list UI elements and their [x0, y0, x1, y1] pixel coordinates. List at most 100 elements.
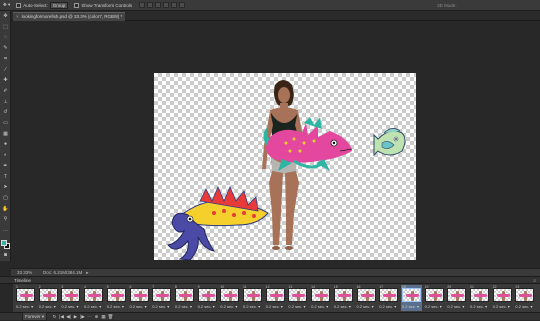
document-canvas[interactable] — [154, 73, 416, 260]
frame-duration-dropdown[interactable]: 0.2 sec. ▾ — [311, 304, 328, 309]
lasso-tool-icon[interactable]: ◌ — [2, 34, 9, 40]
next-frame-icon[interactable]: |▶ — [79, 313, 86, 320]
frame-thumbnail[interactable] — [470, 288, 489, 302]
frame-thumbnail[interactable] — [61, 288, 81, 302]
frame-thumbnail[interactable] — [38, 288, 58, 302]
align-top-icon[interactable] — [139, 2, 146, 8]
timeline-frame[interactable]: 14 0.2 sec. ▾ — [310, 285, 331, 311]
delete-frame-icon[interactable]: 🗑 — [107, 313, 114, 320]
path-select-tool-icon[interactable]: ➤ — [2, 184, 9, 190]
frame-duration-dropdown[interactable]: 0.2 sec. ▾ — [357, 304, 374, 309]
play-icon[interactable]: ▶ — [72, 313, 79, 320]
frame-duration-dropdown[interactable]: 0.2 sec. ▾ — [107, 304, 124, 309]
timeline-title[interactable]: Timeline — [14, 278, 31, 283]
quick-mask-icon[interactable]: ◙ — [2, 252, 9, 258]
auto-select-dropdown[interactable]: Group — [49, 1, 69, 9]
first-frame-icon[interactable]: |◀ — [58, 313, 65, 320]
history-brush-tool-icon[interactable]: ↺ — [2, 109, 9, 115]
frame-duration-dropdown[interactable]: 0.2 sec. ▾ — [198, 304, 215, 309]
frame-thumbnail[interactable] — [424, 288, 444, 302]
frame-thumbnail[interactable] — [515, 288, 535, 302]
show-transform-option[interactable]: Show Transform Controls — [71, 0, 135, 10]
new-frame-icon[interactable]: ⊕ — [93, 313, 100, 320]
close-tab-icon[interactable]: × — [16, 13, 19, 21]
move-tool-icon[interactable]: ✥ — [2, 13, 9, 19]
foreground-color-swatch[interactable] — [1, 240, 7, 246]
gradient-tool-icon[interactable]: ▦ — [2, 131, 9, 137]
timeline-frame[interactable]: 21 0.2 sec. ▾ — [469, 285, 490, 311]
timeline-frame[interactable]: 19 0.2 sec. ▾ — [424, 285, 445, 311]
timeline-frame[interactable]: 23 0.2 sec. ▾ — [514, 285, 535, 311]
frame-duration-dropdown[interactable]: 0.2 sec. ▾ — [16, 304, 33, 309]
timeline-frame[interactable]: 20 0.2 sec. ▾ — [446, 285, 467, 311]
timeline-frame[interactable]: 9 0.2 sec. ▾ — [197, 285, 218, 311]
document-tab[interactable]: × lookingformorefish.psd @ 33.3% (color7… — [13, 12, 126, 21]
frame-thumbnail[interactable] — [106, 288, 126, 302]
align-left-icon[interactable] — [163, 2, 170, 8]
timeline-frame[interactable]: 4 0.2 sec. ▾ — [83, 285, 104, 311]
frame-thumbnail[interactable] — [84, 288, 104, 302]
frame-duration-dropdown[interactable]: 0.2 sec. ▾ — [334, 304, 351, 309]
timeline-frame[interactable]: 15 0.2 sec. ▾ — [333, 285, 354, 311]
frame-thumbnail[interactable] — [197, 288, 217, 302]
more-tools-icon[interactable]: … — [2, 227, 9, 233]
frame-thumbnail[interactable] — [152, 288, 172, 302]
timeline-frame[interactable]: 3 0.2 sec. ▾ — [60, 285, 81, 311]
align-right-icon[interactable] — [179, 2, 186, 8]
timeline-menu-icon[interactable]: ≡ — [533, 277, 536, 284]
timeline-frame[interactable]: 16 0.2 sec. ▾ — [356, 285, 377, 311]
frame-duration-dropdown[interactable]: 0.2 sec. ▾ — [152, 304, 169, 309]
auto-select-checkbox[interactable] — [16, 2, 22, 8]
frame-duration-dropdown[interactable]: 0.2 sec. ▾ — [515, 304, 532, 309]
hand-tool-icon[interactable]: ✋ — [2, 206, 9, 212]
timeline-frame[interactable]: 17 0.2 sec. ▾ — [378, 285, 399, 311]
frame-thumbnail[interactable] — [220, 288, 240, 302]
brush-tool-icon[interactable]: ✐ — [2, 88, 9, 94]
green-fish[interactable] — [373, 128, 406, 157]
crop-tool-icon[interactable]: ⌗ — [2, 56, 9, 62]
timeline-frame[interactable]: 2 0.2 sec. ▾ — [38, 285, 59, 311]
blur-tool-icon[interactable]: ● — [2, 141, 9, 147]
shape-tool-icon[interactable]: ▢ — [2, 195, 9, 201]
eraser-tool-icon[interactable]: ▭ — [2, 120, 9, 126]
timeline-frame[interactable]: 10 0.2 sec. ▾ — [219, 285, 240, 311]
frame-options-icon[interactable]: ▦ — [100, 313, 107, 320]
frame-thumbnail[interactable] — [265, 288, 285, 302]
frame-duration-dropdown[interactable]: 0.2 sec. ▾ — [243, 304, 260, 309]
frame-thumbnail[interactable] — [129, 288, 149, 302]
frame-thumbnail[interactable] — [356, 288, 376, 302]
dodge-tool-icon[interactable]: ◐ — [2, 152, 9, 158]
timeline-frame[interactable]: 5 0.2 sec. ▾ — [106, 285, 127, 311]
frame-duration-dropdown[interactable]: 0.2 sec. ▾ — [61, 304, 78, 309]
previous-frame-icon[interactable]: ◀| — [65, 313, 72, 320]
frame-thumbnail[interactable] — [333, 288, 353, 302]
show-transform-checkbox[interactable] — [74, 2, 80, 8]
frame-thumbnail[interactable] — [401, 288, 421, 302]
frame-duration-dropdown[interactable]: 0.2 sec. ▾ — [130, 304, 147, 309]
zoom-level[interactable]: 33.33% — [11, 269, 33, 276]
quick-select-tool-icon[interactable]: ✎ — [2, 45, 9, 51]
timeline-frame[interactable]: 13 0.2 sec. ▾ — [287, 285, 308, 311]
frame-duration-dropdown[interactable]: 0.2 sec. ▾ — [266, 304, 283, 309]
frame-duration-dropdown[interactable]: 0.2 sec. ▾ — [470, 304, 487, 309]
frame-thumbnail[interactable] — [174, 288, 194, 302]
eyedropper-tool-icon[interactable]: ⁄ — [2, 67, 9, 73]
timeline-frame[interactable]: 12 0.2 sec. ▾ — [265, 285, 286, 311]
pen-tool-icon[interactable]: ✒ — [2, 163, 9, 169]
frame-duration-dropdown[interactable]: 0.2 sec. ▾ — [402, 304, 419, 309]
move-tool-indicator[interactable]: ✥ ▾ — [0, 0, 13, 10]
purple-squid[interactable] — [167, 185, 269, 260]
marquee-tool-icon[interactable]: ⬚ — [2, 24, 9, 30]
status-menu-arrow-icon[interactable]: ▸ — [86, 269, 88, 276]
frame-duration-dropdown[interactable]: 0.2 sec. ▾ — [175, 304, 192, 309]
timeline-frame[interactable]: 22 0.2 sec. ▾ — [492, 285, 513, 311]
frame-duration-dropdown[interactable]: 0.2 sec. ▾ — [84, 304, 101, 309]
align-middle-icon[interactable] — [147, 2, 154, 8]
frame-duration-dropdown[interactable]: 0.2 sec. ▾ — [220, 304, 237, 309]
clone-stamp-tool-icon[interactable]: ⊥ — [2, 99, 9, 105]
type-tool-icon[interactable]: T — [2, 174, 9, 180]
frame-thumbnail[interactable] — [447, 288, 467, 302]
healing-brush-tool-icon[interactable]: ✚ — [2, 77, 9, 83]
tween-icon[interactable]: ⋯ — [86, 313, 93, 320]
frame-duration-dropdown[interactable]: 0.2 sec. ▾ — [379, 304, 396, 309]
